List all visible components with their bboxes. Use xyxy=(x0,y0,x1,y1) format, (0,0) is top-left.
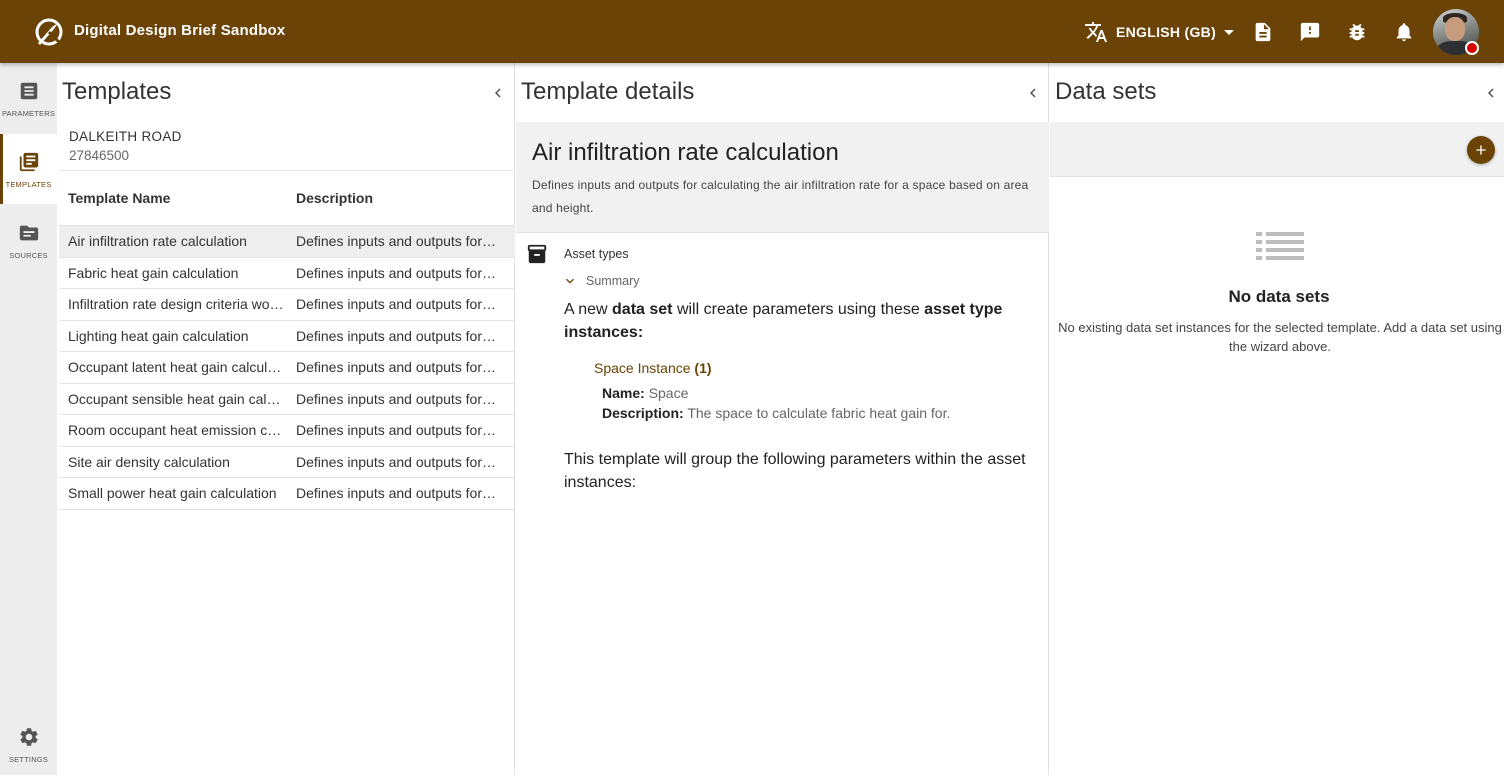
table-row[interactable]: Small power heat gain calculation Define… xyxy=(59,478,515,510)
summary-label: Summary xyxy=(586,274,640,288)
table-row[interactable]: Site air density calculation Defines inp… xyxy=(59,447,515,478)
project-name: DALKEITH ROAD xyxy=(69,129,182,144)
table-header: Template Name Description xyxy=(59,170,515,226)
template-description-cell: Defines inputs and outputs for infiltrat… xyxy=(296,296,499,313)
table-row[interactable]: Occupant sensible heat gain calculation … xyxy=(59,384,515,415)
app-bar: Digital Design Brief Sandbox ENGLISH (GB… xyxy=(0,0,1504,63)
chevron-left-icon xyxy=(495,88,501,98)
data-sets-toolbar xyxy=(1050,122,1504,177)
asset-instance-title: Space Instance (1) xyxy=(594,360,712,376)
gear-icon xyxy=(17,725,41,749)
template-description-cell: Defines inputs and outputs for calculati… xyxy=(296,264,499,281)
template-description: Defines inputs and outputs for calculati… xyxy=(532,178,1029,215)
template-name-cell: Air infiltration rate calculation xyxy=(68,233,247,250)
column-header-description[interactable]: Description xyxy=(287,190,499,206)
collapse-panel-button[interactable] xyxy=(488,83,508,103)
data-sets-panel: Data sets No data sets No existing data … xyxy=(1050,63,1504,775)
table-row[interactable]: Air infiltration rate calculation Define… xyxy=(59,226,515,258)
archive-icon xyxy=(527,244,547,264)
nav-rail: PARAMETERS TEMPLATES SOURCES SETTINGS xyxy=(0,63,57,775)
template-description-cell: Defines inputs and outputs for calculati… xyxy=(296,390,499,407)
summary-toggle[interactable]: Summary xyxy=(562,273,639,289)
table-row[interactable]: Occupant latent heat gain calculation De… xyxy=(59,352,515,384)
template-name-cell: Occupant latent heat gain calculation xyxy=(68,359,287,376)
template-details-panel: Template details Air infiltration rate c… xyxy=(516,63,1049,775)
rail-label: SOURCES xyxy=(9,251,48,260)
instance-description-row: Description: The space to calculate fabr… xyxy=(602,405,951,421)
bug-icon[interactable] xyxy=(1344,19,1370,45)
templates-table: Template Name Description Air infiltrati… xyxy=(59,170,515,510)
template-name-cell: Lighting heat gain calculation xyxy=(68,327,249,344)
templates-panel: Templates DALKEITH ROAD 27846500 Templat… xyxy=(57,63,515,775)
feedback-icon[interactable] xyxy=(1297,19,1323,45)
project-number: 27846500 xyxy=(69,148,130,163)
list-icon xyxy=(17,79,41,103)
status-badge xyxy=(1465,41,1479,55)
chevron-left-icon xyxy=(1488,88,1494,98)
template-description-cell: Defines inputs and outputs for room occu… xyxy=(296,422,499,439)
folder-icon xyxy=(17,221,41,245)
rail-item-settings[interactable]: SETTINGS xyxy=(0,709,57,779)
template-name-cell: Room occupant heat emission calculation xyxy=(68,422,287,439)
template-title: Air infiltration rate calculation xyxy=(532,139,839,166)
panel-title: Data sets xyxy=(1055,78,1157,105)
plus-icon xyxy=(1476,145,1486,155)
template-description-cell: Defines inputs and outputs for calculati… xyxy=(296,453,499,470)
empty-state-title: No data sets xyxy=(1228,287,1330,306)
collapse-panel-button[interactable] xyxy=(1481,83,1501,103)
add-data-set-button[interactable] xyxy=(1467,136,1495,164)
instance-name-row: Name: Space xyxy=(602,385,689,401)
rail-item-parameters[interactable]: PARAMETERS xyxy=(0,63,57,133)
table-row[interactable]: Lighting heat gain calculation Defines i… xyxy=(59,321,515,352)
library-icon xyxy=(17,150,41,174)
table-row[interactable]: Fabric heat gain calculation Defines inp… xyxy=(59,258,515,289)
bell-icon[interactable] xyxy=(1391,19,1417,45)
template-name-cell: Site air density calculation xyxy=(68,453,230,470)
chevron-down-icon xyxy=(566,278,574,284)
rail-label: TEMPLATES xyxy=(5,180,52,189)
column-header-name[interactable]: Template Name xyxy=(59,190,287,206)
template-description-cell: Defines inputs and outputs for calculati… xyxy=(296,233,499,250)
asset-types-label: Asset types xyxy=(564,247,629,261)
template-name-cell: Fabric heat gain calculation xyxy=(68,264,239,281)
rail-item-templates[interactable]: TEMPLATES xyxy=(0,134,57,204)
document-icon[interactable] xyxy=(1250,19,1276,45)
translate-icon xyxy=(1085,22,1107,42)
panel-title: Templates xyxy=(62,78,172,105)
template-name-cell: Occupant sensible heat gain calculation xyxy=(68,390,287,407)
rail-label: PARAMETERS xyxy=(1,109,56,118)
summary-intro: A new data set will create parameters us… xyxy=(564,301,1003,341)
language-selector[interactable]: ENGLISH (GB) xyxy=(1084,18,1235,46)
panel-title: Template details xyxy=(521,78,695,105)
rail-item-sources[interactable]: SOURCES xyxy=(0,205,57,275)
app-title[interactable]: Digital Design Brief Sandbox xyxy=(74,22,285,39)
template-description-cell: Defines inputs and outputs for calculati… xyxy=(296,485,499,502)
template-description-cell: Defines inputs and outputs for calculati… xyxy=(296,327,499,344)
table-row[interactable]: Infiltration rate design criteria workfl… xyxy=(59,289,515,321)
empty-state-description: No existing data set instances for the s… xyxy=(1058,320,1502,354)
template-header: Air infiltration rate calculation Define… xyxy=(516,122,1049,233)
app-logo-icon[interactable] xyxy=(34,17,64,47)
template-description-cell: Defines inputs and outputs for calculati… xyxy=(296,359,499,376)
rail-label: SETTINGS xyxy=(8,755,49,764)
template-name-cell: Small power heat gain calculation xyxy=(68,485,277,502)
empty-list-icon xyxy=(1256,232,1304,260)
parameters-intro: This template will group the following p… xyxy=(564,451,1026,491)
language-label: ENGLISH (GB) xyxy=(1116,24,1217,40)
chevron-left-icon xyxy=(1030,88,1036,98)
chevron-down-icon xyxy=(1224,29,1235,35)
table-row[interactable]: Room occupant heat emission calculation … xyxy=(59,415,515,447)
template-name-cell: Infiltration rate design criteria workfl… xyxy=(68,296,287,313)
collapse-panel-button[interactable] xyxy=(1023,83,1043,103)
